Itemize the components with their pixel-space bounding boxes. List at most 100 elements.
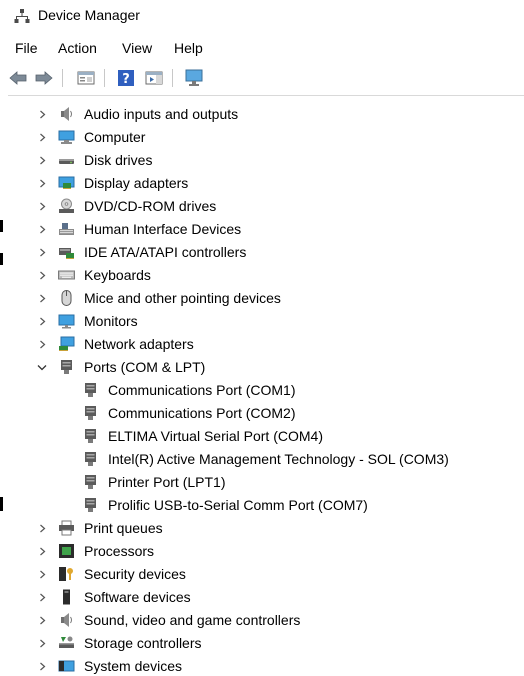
display-adapter-icon [58, 175, 75, 191]
tree-node-ide-ata-atapi-controllers[interactable]: IDE ATA/ATAPI controllers [0, 241, 524, 263]
port-icon [82, 382, 99, 398]
tree-child-item[interactable]: Communications Port (COM1) [0, 379, 524, 401]
keyboard-icon [58, 267, 75, 283]
tree-node-human-interface-devices[interactable]: Human Interface Devices [0, 218, 524, 240]
tree-node-label: Sound, video and game controllers [84, 612, 301, 628]
chevron-right-icon[interactable] [35, 268, 49, 282]
tree-node-audio-inputs-and-outputs[interactable]: Audio inputs and outputs [0, 103, 524, 125]
port-icon [58, 359, 75, 375]
tree-node-sound-video-and-game-controllers[interactable]: Sound, video and game controllers [0, 609, 524, 631]
port-icon [82, 428, 99, 444]
tree-node-software-devices[interactable]: Software devices [0, 586, 524, 608]
chevron-right-icon[interactable] [35, 567, 49, 581]
tree-child-item[interactable]: Intel(R) Active Management Technology - … [0, 448, 524, 470]
chevron-right-icon[interactable] [35, 153, 49, 167]
menu-bar: File Action View Help [0, 36, 524, 60]
chevron-right-icon[interactable] [35, 245, 49, 259]
chevron-right-icon[interactable] [35, 291, 49, 305]
tree-child-item[interactable]: Prolific USB-to-Serial Comm Port (COM7) [0, 494, 524, 516]
chevron-right-icon[interactable] [35, 590, 49, 604]
chevron-right-icon[interactable] [35, 222, 49, 236]
chevron-right-icon[interactable] [35, 613, 49, 627]
tree-node-label: Security devices [84, 566, 186, 582]
toolbar: ? [0, 64, 524, 92]
tree-node-label: Monitors [84, 313, 138, 329]
chevron-right-icon[interactable] [35, 636, 49, 650]
tree-node-network-adapters[interactable]: Network adapters [0, 333, 524, 355]
ide-controller-icon [58, 244, 75, 260]
tree-node-display-adapters[interactable]: Display adapters [0, 172, 524, 194]
tree-node-dvd-cd-rom-drives[interactable]: DVD/CD-ROM drives [0, 195, 524, 217]
chevron-right-icon[interactable] [35, 659, 49, 673]
title-bar: Device Manager [0, 0, 524, 32]
hid-icon [58, 221, 75, 237]
tree-node-label: Network adapters [84, 336, 194, 352]
port-icon [82, 451, 99, 467]
mouse-icon [58, 290, 75, 306]
tree-node-label: Keyboards [84, 267, 151, 283]
tree-node-storage-controllers[interactable]: Storage controllers [0, 632, 524, 654]
chevron-right-icon[interactable] [35, 130, 49, 144]
back-arrow-icon[interactable] [8, 68, 28, 88]
device-manager-icon [14, 9, 30, 23]
printer-icon [58, 520, 75, 536]
tree-node-label: Ports (COM & LPT) [84, 359, 206, 375]
chevron-right-icon[interactable] [35, 544, 49, 558]
tree-node-label: DVD/CD-ROM drives [84, 198, 217, 214]
tree-node-label: Mice and other pointing devices [84, 290, 281, 306]
tree-node-label: Display adapters [84, 175, 189, 191]
tree-node-computer[interactable]: Computer [0, 126, 524, 148]
port-icon [82, 497, 99, 513]
forward-arrow-icon[interactable] [34, 68, 54, 88]
tree-node-system-devices[interactable]: System devices [0, 655, 524, 676]
tree-child-label: Printer Port (LPT1) [108, 474, 226, 490]
menu-view[interactable]: View [122, 40, 152, 56]
disk-drive-icon [58, 152, 75, 168]
tree-node-mice-and-other-pointing-devices[interactable]: Mice and other pointing devices [0, 287, 524, 309]
tree-node-label: IDE ATA/ATAPI controllers [84, 244, 247, 260]
tree-child-item[interactable]: Communications Port (COM2) [0, 402, 524, 424]
monitor-scan-icon[interactable] [184, 68, 204, 88]
chevron-right-icon[interactable] [35, 314, 49, 328]
tree-child-label: Communications Port (COM2) [108, 405, 296, 421]
tree-child-label: Communications Port (COM1) [108, 382, 296, 398]
tree-node-processors[interactable]: Processors [0, 540, 524, 562]
chevron-right-icon[interactable] [35, 176, 49, 190]
tree-node-label: Computer [84, 129, 146, 145]
tree-node-label: Audio inputs and outputs [84, 106, 239, 122]
storage-controller-icon [58, 635, 75, 651]
chevron-right-icon[interactable] [35, 521, 49, 535]
tree-node-label: Processors [84, 543, 155, 559]
chevron-right-icon[interactable] [35, 199, 49, 213]
security-device-icon [58, 566, 75, 582]
properties-icon[interactable] [76, 68, 96, 88]
tree-child-label: Prolific USB-to-Serial Comm Port (COM7) [108, 497, 368, 513]
action-pane-icon[interactable] [144, 68, 164, 88]
tree-node-disk-drives[interactable]: Disk drives [0, 149, 524, 171]
chevron-right-icon[interactable] [35, 337, 49, 351]
tree-node-label: Disk drives [84, 152, 153, 168]
toolbar-divider [8, 95, 524, 96]
network-adapter-icon [58, 336, 75, 352]
tree-node-label: Human Interface Devices [84, 221, 242, 237]
chevron-down-icon[interactable] [35, 360, 49, 374]
port-icon [82, 474, 99, 490]
menu-help[interactable]: Help [174, 40, 203, 56]
tree-child-item[interactable]: ELTIMA Virtual Serial Port (COM4) [0, 425, 524, 447]
tree-node-keyboards[interactable]: Keyboards [0, 264, 524, 286]
monitor-icon [58, 313, 75, 329]
tree-child-item[interactable]: Printer Port (LPT1) [0, 471, 524, 493]
tree-node-ports-com-lpt[interactable]: Ports (COM & LPT) [0, 356, 524, 378]
system-devices-icon [58, 658, 75, 674]
help-icon[interactable]: ? [116, 68, 136, 88]
tree-node-security-devices[interactable]: Security devices [0, 563, 524, 585]
menu-file[interactable]: File [15, 40, 38, 56]
tree-node-monitors[interactable]: Monitors [0, 310, 524, 332]
software-device-icon [58, 589, 75, 605]
tree-node-print-queues[interactable]: Print queues [0, 517, 524, 539]
menu-action[interactable]: Action [58, 40, 97, 56]
chevron-right-icon[interactable] [35, 107, 49, 121]
tree-child-label: ELTIMA Virtual Serial Port (COM4) [108, 428, 323, 444]
window-title: Device Manager [38, 7, 140, 23]
tree-node-label: Software devices [84, 589, 191, 605]
